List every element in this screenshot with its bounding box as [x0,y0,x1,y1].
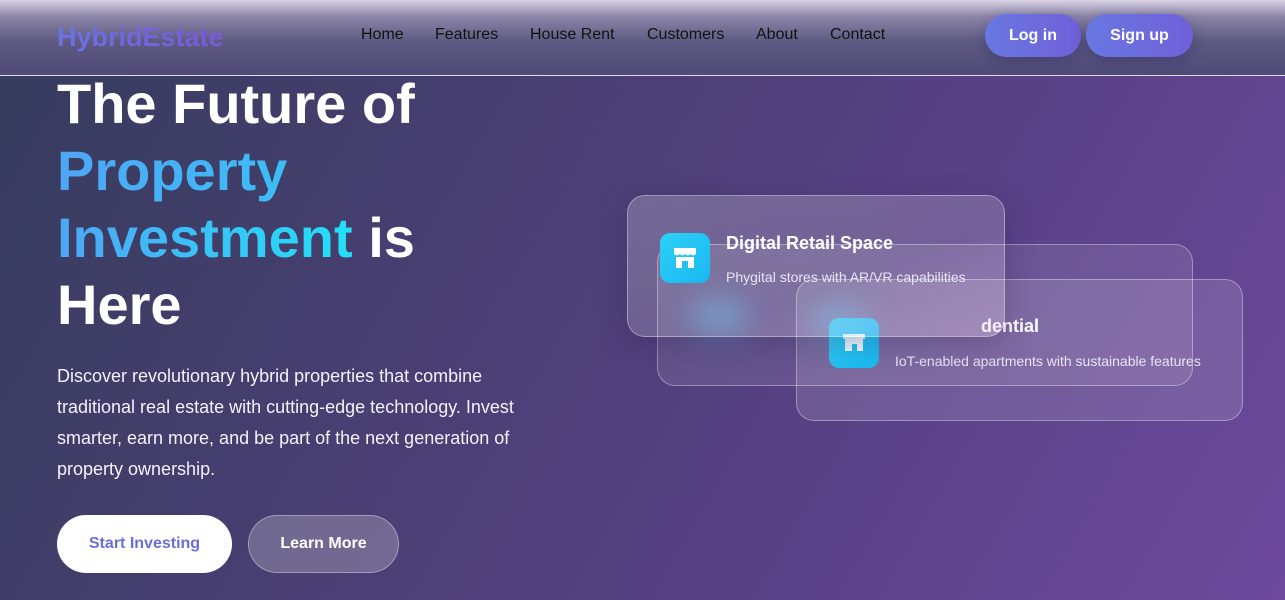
retail-card-title: Digital Retail Space [726,233,894,253]
nav-features[interactable]: Features [435,26,498,44]
login-button[interactable]: Log in [985,14,1081,57]
nav-contact[interactable]: Contact [830,26,885,44]
hero-title-line-4: Here [57,273,182,336]
residential-card-subtitle: IoT-enabled apartments with sustainable … [895,353,1201,369]
hero-title-highlight-1: Property [57,137,617,204]
nav-home[interactable]: Home [361,26,404,44]
nav-house-rent[interactable]: House Rent [530,26,615,44]
nav-customers[interactable]: Customers [647,26,724,44]
property-card-retail[interactable]: Digital Retail Space Phygital stores wit… [627,195,1005,337]
store-icon-svg [674,248,696,268]
hero-title-highlight-2: Investment [57,206,353,269]
site-header: HybridEstate Home Features House Rent Cu… [0,0,1285,76]
retail-card-subtitle: Phygital stores with AR/VR capabilities [726,269,966,285]
start-investing-button[interactable]: Start Investing [57,515,232,573]
hero-description: Discover revolutionary hybrid properties… [57,366,514,479]
hero-title: The Future of Property Investment is Her… [57,70,617,338]
hero-title-is: is [352,206,415,269]
learn-more-button[interactable]: Learn More [248,515,399,573]
hero-title-line-1: The Future of [57,72,415,135]
nav-about[interactable]: About [756,26,798,44]
signup-button[interactable]: Sign up [1086,14,1193,57]
store-icon [660,233,710,283]
